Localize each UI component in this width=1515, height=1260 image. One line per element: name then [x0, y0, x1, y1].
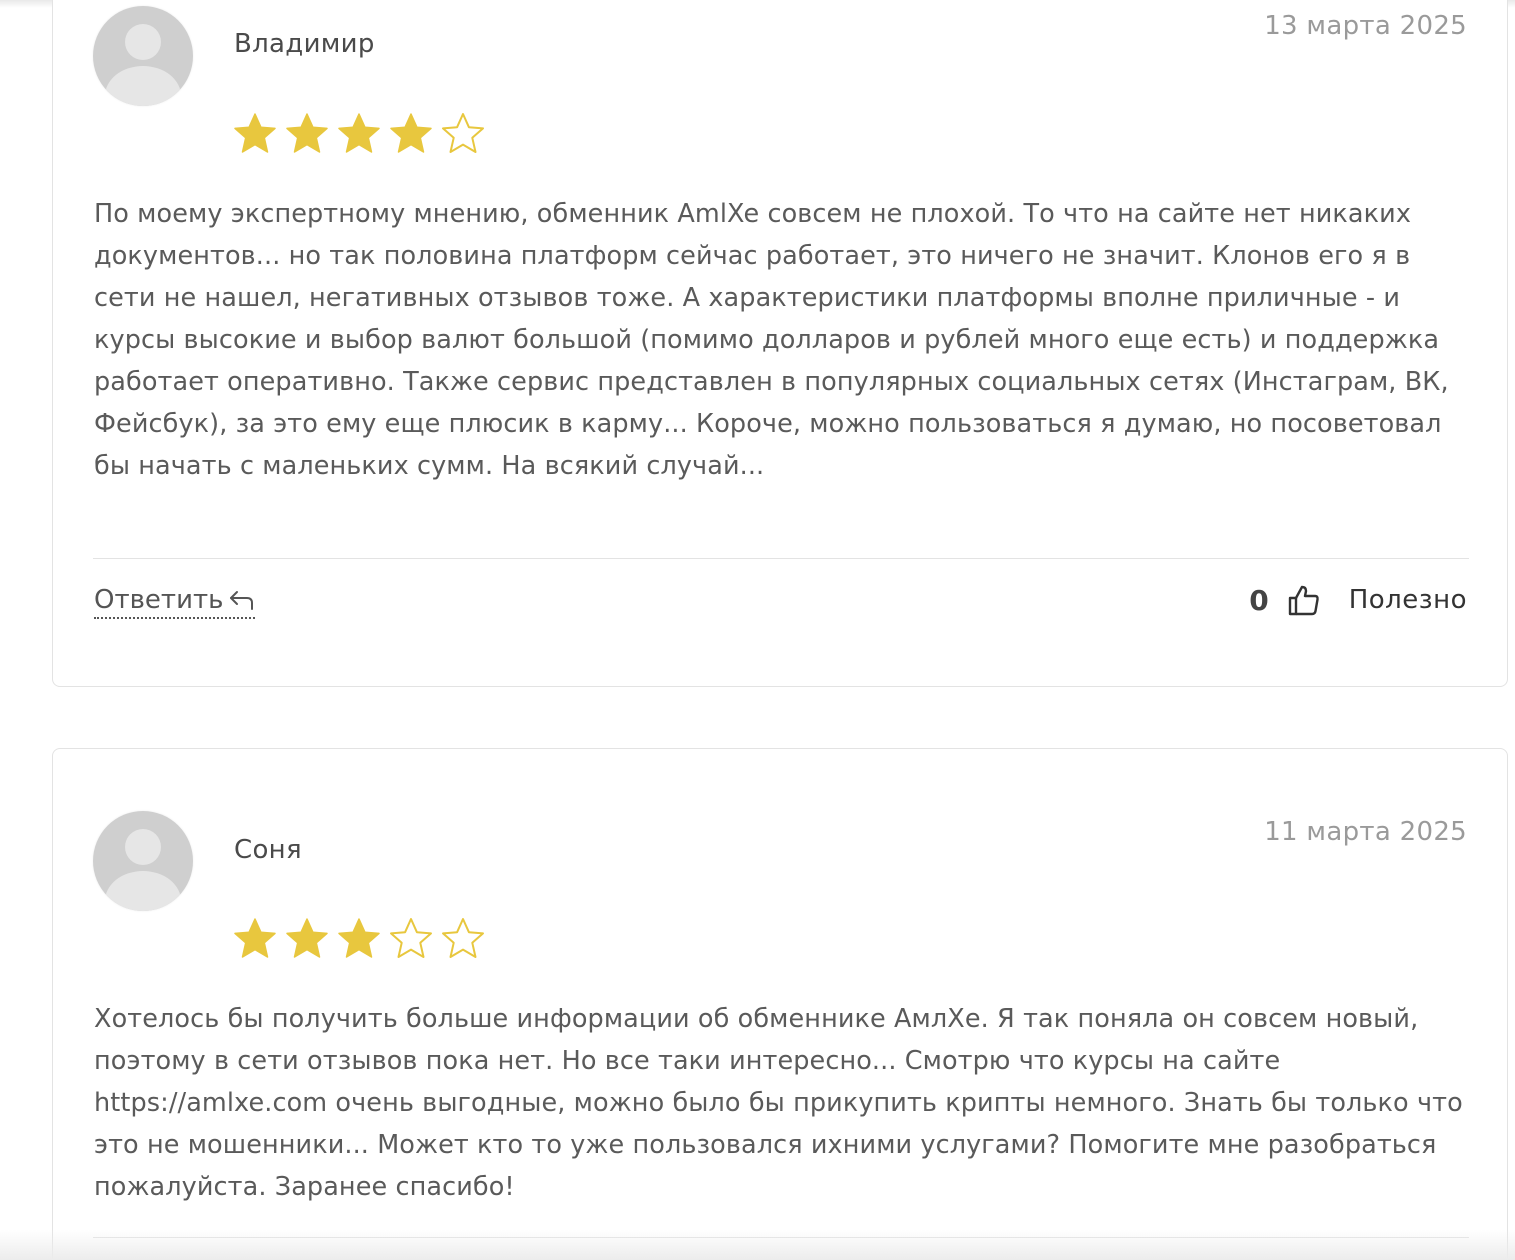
reply-button[interactable]: Ответить	[94, 585, 256, 619]
divider	[93, 558, 1469, 559]
star-filled-icon	[390, 113, 432, 153]
helpful-count: 0	[1249, 583, 1269, 617]
avatar	[93, 811, 193, 911]
review-author: Владимир	[234, 29, 375, 59]
divider	[93, 1237, 1469, 1238]
star-filled-icon	[338, 113, 380, 153]
reply-label: Ответить	[94, 585, 224, 615]
star-empty-icon	[390, 918, 432, 958]
review-card: Соня 11 марта 2025 Хотелось бы получить …	[52, 748, 1508, 1260]
reply-arrow-icon	[230, 591, 254, 610]
helpful-block: 0 Полезно	[1249, 583, 1467, 617]
avatar-head	[125, 24, 161, 60]
review-date: 13 марта 2025	[1264, 11, 1467, 41]
avatar-body	[105, 66, 181, 106]
avatar	[93, 6, 193, 106]
star-empty-icon	[442, 918, 484, 958]
review-date: 11 марта 2025	[1264, 817, 1467, 847]
thumbs-up-icon[interactable]	[1287, 583, 1321, 617]
star-filled-icon	[286, 918, 328, 958]
review-text: Хотелось бы получить больше информации о…	[94, 1004, 1463, 1202]
review-card: Владимир 13 марта 2025 По моему экспертн…	[52, 0, 1508, 687]
rating-stars	[232, 916, 486, 962]
avatar-head	[125, 829, 161, 865]
star-filled-icon	[286, 113, 328, 153]
star-filled-icon	[234, 113, 276, 153]
review-text: По моему экспертному мнению, обменник Am…	[94, 199, 1449, 481]
star-filled-icon	[338, 918, 380, 958]
avatar-body	[105, 871, 181, 911]
star-filled-icon	[234, 918, 276, 958]
helpful-label[interactable]: Полезно	[1349, 585, 1467, 615]
reviews-page: Владимир 13 марта 2025 По моему экспертн…	[0, 0, 1515, 1260]
star-empty-icon	[442, 113, 484, 153]
review-author: Соня	[234, 835, 302, 865]
rating-stars	[232, 111, 486, 157]
